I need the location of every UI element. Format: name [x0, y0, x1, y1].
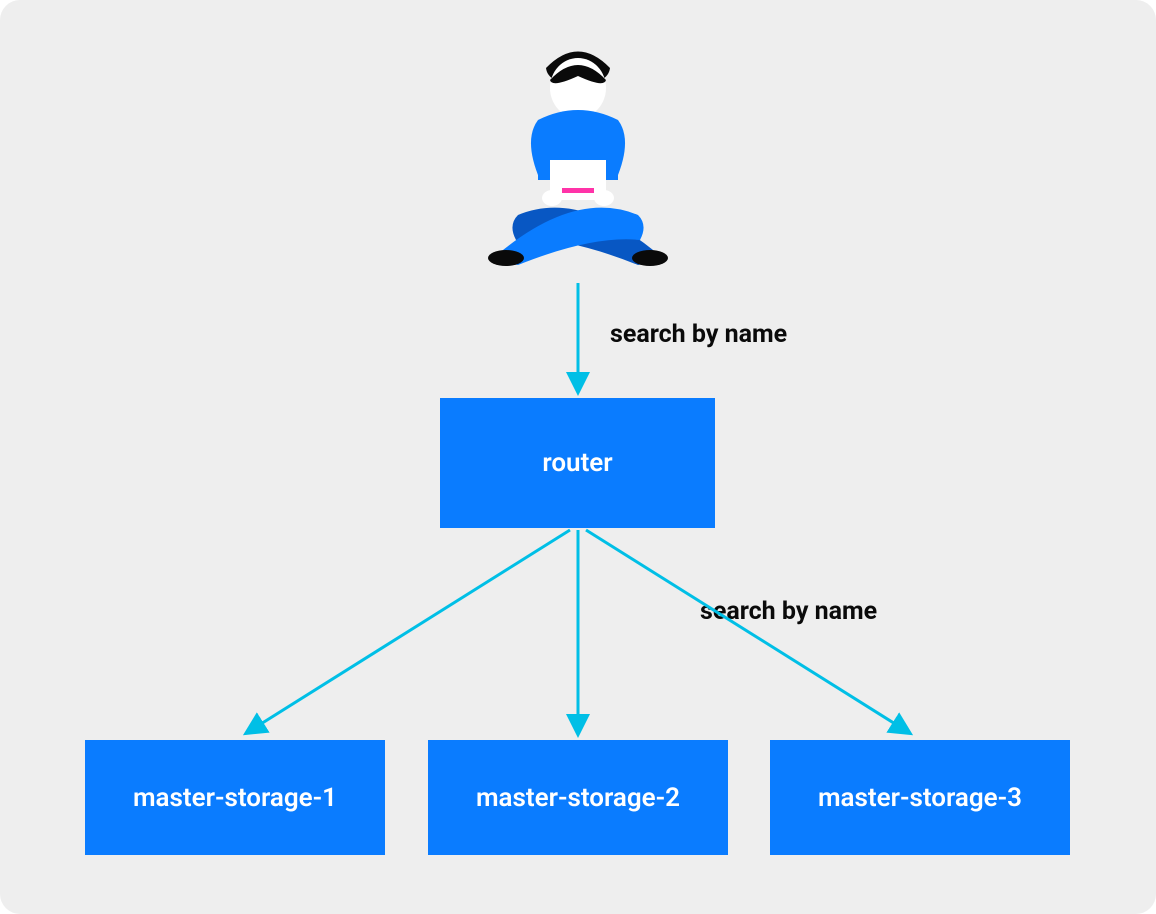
storage2-label: master-storage-2 [476, 783, 680, 813]
storage-node-2: master-storage-2 [428, 740, 728, 855]
diagram-canvas: router master-storage-1 master-storage-2… [0, 0, 1156, 914]
arrow-router-storage3 [586, 530, 908, 732]
storage3-label: master-storage-3 [818, 783, 1022, 813]
arrow-label-1: search by name [610, 320, 787, 349]
router-label: router [542, 448, 612, 478]
user-icon [468, 40, 688, 280]
arrow-label-2: search by name [700, 597, 877, 626]
arrow-router-storage1 [248, 530, 570, 732]
storage-node-1: master-storage-1 [85, 740, 385, 855]
router-node: router [440, 398, 715, 528]
storage-node-3: master-storage-3 [770, 740, 1070, 855]
storage1-label: master-storage-1 [133, 783, 337, 813]
